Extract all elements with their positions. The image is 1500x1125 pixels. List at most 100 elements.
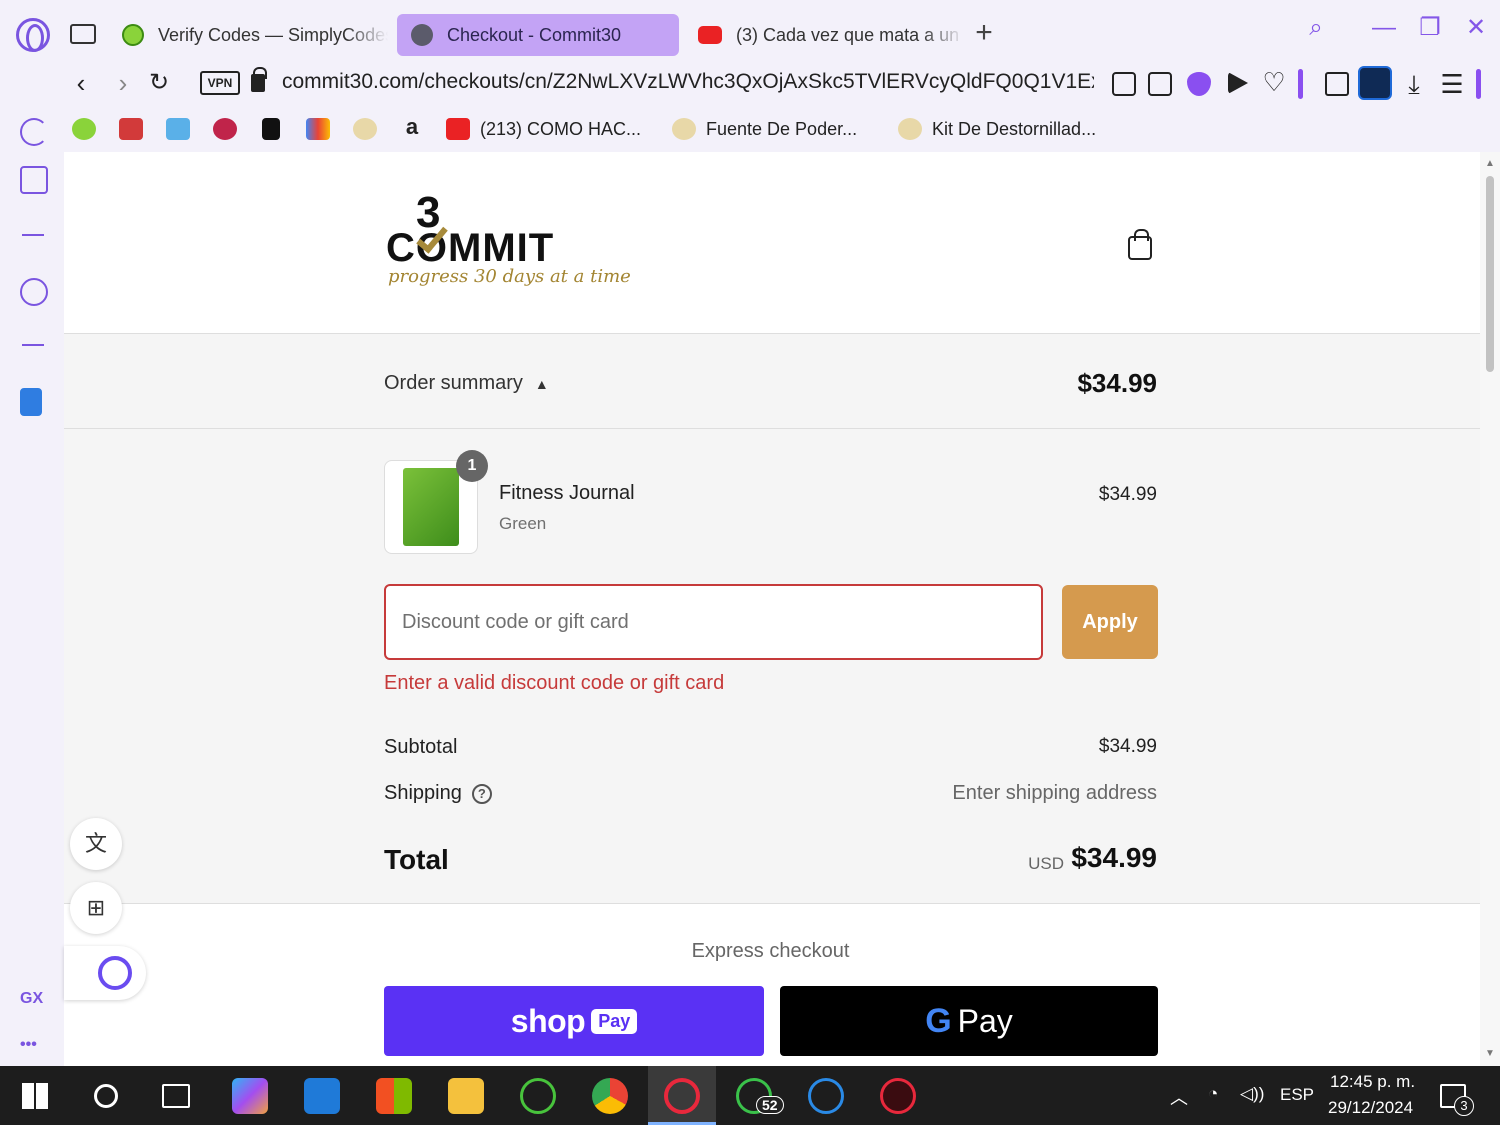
help-circle-icon[interactable]: ?	[471, 783, 492, 804]
more-options-icon[interactable]: •••	[20, 1036, 37, 1054]
bookmark-gmail-icon[interactable]	[306, 118, 330, 140]
bookmark-document-icon[interactable]	[262, 118, 280, 140]
scroll-thumb[interactable]	[1486, 176, 1494, 372]
chrome-icon[interactable]	[592, 1078, 628, 1114]
adblock-shield-icon[interactable]	[1187, 72, 1211, 96]
shop-pay-pill: Pay	[591, 1008, 638, 1034]
forward-icon[interactable]: ›	[108, 68, 138, 98]
subtotal-value: $34.99	[1098, 736, 1157, 757]
apply-button[interactable]: Apply	[1062, 585, 1158, 659]
volume-icon[interactable]: ◁))	[1240, 1084, 1264, 1104]
minimize-icon[interactable]: —	[1366, 10, 1402, 46]
language-indicator[interactable]: ESP	[1280, 1085, 1314, 1105]
game-app-icon[interactable]	[880, 1078, 916, 1114]
subtotal-label: Subtotal	[384, 736, 458, 758]
mail-icon[interactable]	[304, 1078, 340, 1114]
send-icon[interactable]	[1228, 72, 1248, 94]
scroll-up-icon[interactable]: ▲	[1484, 158, 1496, 169]
shopping-bag-icon[interactable]	[1128, 229, 1152, 260]
store-header: 3 COMMIT progress 30 days at a time	[64, 152, 1480, 334]
speed-dial-icon[interactable]	[20, 118, 48, 146]
easy-setup-icon[interactable]: ☰	[1440, 71, 1464, 97]
clock-time[interactable]: 12:45 p. m.	[1330, 1072, 1415, 1092]
file-explorer-icon[interactable]	[448, 1078, 484, 1114]
mercadolibre-icon	[898, 118, 922, 140]
translate-float-icon[interactable]: 文	[70, 818, 122, 870]
tab-search-icon[interactable]: ⌕	[1298, 10, 1334, 46]
search-icon[interactable]	[94, 1084, 118, 1108]
cleaner-icon[interactable]	[20, 166, 48, 194]
heart-icon[interactable]: ♡	[1262, 69, 1286, 95]
history-clock-icon[interactable]	[20, 278, 48, 306]
upwork-icon[interactable]	[520, 1078, 556, 1114]
reload-icon[interactable]: ↻	[144, 68, 174, 98]
discount-code-input[interactable]	[384, 584, 1043, 660]
tab-youtube[interactable]: (3) Cada vez que mata a un	[684, 14, 964, 56]
bookmark-item[interactable]: Kit De Destornillad...	[898, 116, 1096, 142]
close-window-icon[interactable]: ✕	[1458, 10, 1494, 46]
task-view-icon[interactable]	[162, 1084, 190, 1108]
assistant-widget[interactable]	[64, 946, 146, 1000]
restore-icon[interactable]: ❐	[1412, 10, 1448, 46]
new-tab-plus-icon[interactable]: +	[970, 18, 998, 48]
tab-label: Verify Codes — SimplyCodes	[158, 24, 388, 45]
assistant-face-icon	[98, 956, 132, 990]
google-pay-button[interactable]: G Pay	[780, 986, 1158, 1056]
ccleaner-icon[interactable]	[808, 1078, 844, 1114]
toolbar-separator	[1298, 69, 1303, 99]
shop-pay-button[interactable]: shop Pay	[384, 986, 764, 1056]
tab-island-icon[interactable]	[70, 24, 96, 44]
tab-verify-codes[interactable]: Verify Codes — SimplyCodes	[108, 14, 388, 56]
summary-total: $34.99	[1077, 368, 1157, 398]
journal-image	[403, 468, 459, 546]
product-price: $34.99	[1098, 484, 1157, 505]
google-pay-wordmark: Pay	[957, 1002, 1013, 1039]
bookmark-shop-icon[interactable]	[119, 118, 143, 140]
wifi-icon[interactable]: ◔	[1208, 1084, 1218, 1104]
express-checkout-label: Express checkout	[691, 940, 850, 962]
tab-checkout[interactable]: Checkout - Commit30	[397, 14, 679, 56]
back-icon[interactable]: ‹	[66, 68, 96, 98]
shipping-label: Shipping	[384, 782, 462, 804]
profile-avatar[interactable]	[1358, 66, 1392, 100]
page-scrollbar[interactable]: ▲ ▼	[1480, 152, 1500, 1066]
vpn-badge[interactable]: VPN	[200, 71, 240, 95]
edit-share-icon[interactable]	[1112, 72, 1136, 96]
download-icon[interactable]: ⤓	[1402, 71, 1426, 97]
show-hidden-icons-chevron[interactable]: ︿	[1170, 1084, 1188, 1110]
order-summary-label: Order summary	[384, 372, 523, 394]
scroll-down-icon[interactable]: ▼	[1484, 1048, 1496, 1059]
notification-count-badge: 3	[1454, 1096, 1474, 1116]
commit30-logo[interactable]: 3 COMMIT progress 30 days at a time	[386, 188, 631, 308]
microsoft-store-icon[interactable]	[376, 1078, 412, 1114]
copilot-icon[interactable]	[232, 1078, 268, 1114]
tab-label: Checkout - Commit30	[447, 24, 622, 45]
lock-icon[interactable]	[251, 67, 267, 92]
logo-word: COMMIT	[386, 226, 555, 270]
bookmark-mercadolibre-icon[interactable]	[353, 118, 377, 140]
extensions-cube-icon[interactable]	[1325, 72, 1349, 96]
bookmark-puzzle-icon[interactable]	[166, 118, 190, 140]
bookmark-simplycodes-icon[interactable]	[72, 118, 96, 140]
apps-grid-icon[interactable]: ⊞	[70, 882, 122, 934]
opera-gx-icon[interactable]	[664, 1078, 700, 1114]
sidebar-separator	[22, 234, 44, 236]
gx-label[interactable]: GX	[20, 990, 43, 1008]
camera-icon[interactable]	[1148, 72, 1172, 96]
bookmark-cube-icon[interactable]	[213, 118, 237, 140]
bookmark-item[interactable]: (213) COMO HAC...	[446, 116, 641, 142]
opera-logo-icon[interactable]	[16, 18, 50, 52]
opera-sidebar: GX •••	[0, 106, 64, 1066]
url-field[interactable]: commit30.com/checkouts/cn/Z2NwLXVzLWVhc3…	[282, 70, 1094, 94]
mercadolibre-icon	[672, 118, 696, 140]
youtube-icon	[446, 118, 470, 140]
bookmark-amazon-icon[interactable]: a	[400, 116, 424, 140]
bookmark-item[interactable]: Fuente De Poder...	[672, 116, 857, 142]
bookmark-label: Fuente De Poder...	[706, 118, 858, 139]
globe-favicon-icon	[411, 24, 433, 46]
windows-start-icon[interactable]	[22, 1083, 48, 1109]
clock-date[interactable]: 29/12/2024	[1328, 1098, 1413, 1118]
translate-app-icon[interactable]	[20, 388, 42, 416]
whatsapp-unread-badge: 52	[756, 1096, 784, 1114]
order-summary-toggle[interactable]: Order summary ▲	[384, 372, 549, 395]
